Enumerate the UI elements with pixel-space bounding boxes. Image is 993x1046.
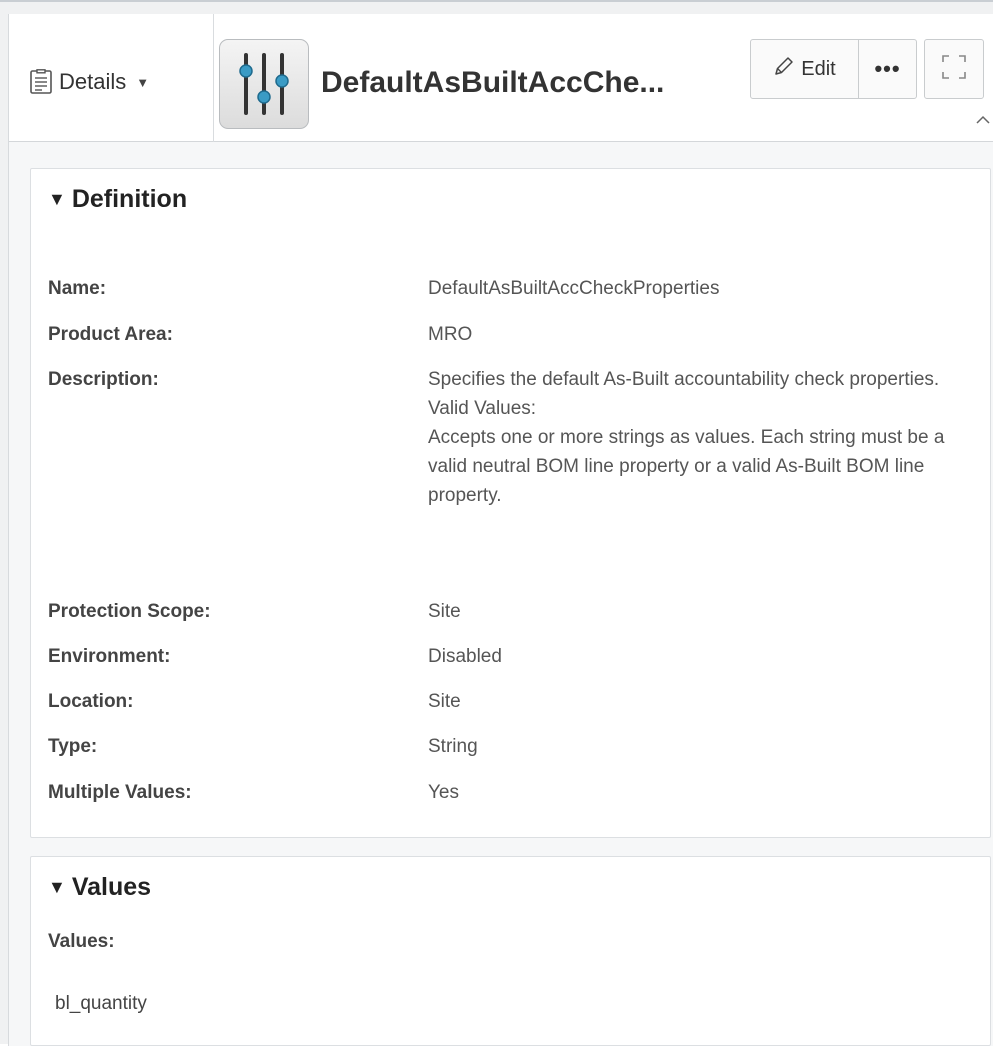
multiple-values-label: Multiple Values: bbox=[48, 782, 192, 803]
location-label: Location: bbox=[48, 691, 134, 712]
triangle-down-icon: ▼ bbox=[48, 877, 66, 897]
details-panel: Details ▼ DefaultAsBuiltAccChe... Edit •… bbox=[8, 14, 993, 1046]
list-item[interactable]: bl_quantity bbox=[55, 993, 147, 1015]
edit-button[interactable]: Edit bbox=[751, 40, 859, 98]
valid-values-text: Accepts one or more strings as values. E… bbox=[428, 427, 945, 506]
type-label: Type: bbox=[48, 736, 98, 757]
app-frame: Details ▼ DefaultAsBuiltAccChe... Edit •… bbox=[0, 0, 993, 1046]
triangle-down-icon: ▼ bbox=[48, 189, 66, 209]
protection-scope-value: Site bbox=[428, 601, 461, 622]
caret-down-icon: ▼ bbox=[136, 74, 150, 90]
object-title: DefaultAsBuiltAccChe... bbox=[321, 66, 665, 99]
values-section: ▼ Values Values: bl_quantity bbox=[30, 856, 991, 1046]
description-label: Description: bbox=[48, 369, 159, 390]
description-text: Specifies the default As-Built accountab… bbox=[428, 369, 940, 390]
definition-title: Definition bbox=[71, 185, 188, 213]
location-value: Site bbox=[428, 691, 461, 712]
definition-section-header[interactable]: ▼ Definition bbox=[48, 185, 187, 214]
document-list-icon bbox=[29, 69, 53, 95]
definition-section: ▼ Definition Name: DefaultAsBuiltAccCheck… bbox=[30, 168, 991, 838]
header-button-group: Edit ••• bbox=[750, 39, 917, 99]
product-area-value: MRO bbox=[428, 324, 473, 345]
edit-label: Edit bbox=[801, 57, 836, 80]
more-actions-button[interactable]: ••• bbox=[859, 40, 916, 98]
sliders-preference-icon bbox=[219, 39, 309, 129]
header-divider bbox=[213, 14, 214, 142]
fullscreen-icon bbox=[940, 53, 968, 86]
pencil-icon bbox=[773, 55, 795, 83]
details-label: Details bbox=[59, 69, 127, 94]
chevron-up-icon[interactable] bbox=[975, 112, 991, 128]
values-label: Values: bbox=[48, 931, 115, 952]
details-dropdown-button[interactable]: Details ▼ bbox=[29, 62, 149, 102]
type-value: String bbox=[428, 736, 478, 757]
values-section-header[interactable]: ▼ Values bbox=[48, 873, 151, 902]
values-title: Values bbox=[71, 873, 152, 901]
protection-scope-label: Protection Scope: bbox=[48, 601, 211, 622]
fullscreen-button[interactable] bbox=[924, 39, 984, 99]
panel-header: Details ▼ DefaultAsBuiltAccChe... Edit •… bbox=[9, 14, 993, 142]
environment-value: Disabled bbox=[428, 646, 502, 667]
environment-label: Environment: bbox=[48, 646, 171, 667]
name-label: Name: bbox=[48, 278, 107, 299]
valid-values-heading: Valid Values: bbox=[428, 398, 537, 419]
description-value: Specifies the default As-Built accountab… bbox=[428, 365, 968, 510]
multiple-values-value: Yes bbox=[428, 782, 459, 803]
product-area-label: Product Area: bbox=[48, 324, 173, 345]
name-value: DefaultAsBuiltAccCheckProperties bbox=[428, 278, 720, 299]
